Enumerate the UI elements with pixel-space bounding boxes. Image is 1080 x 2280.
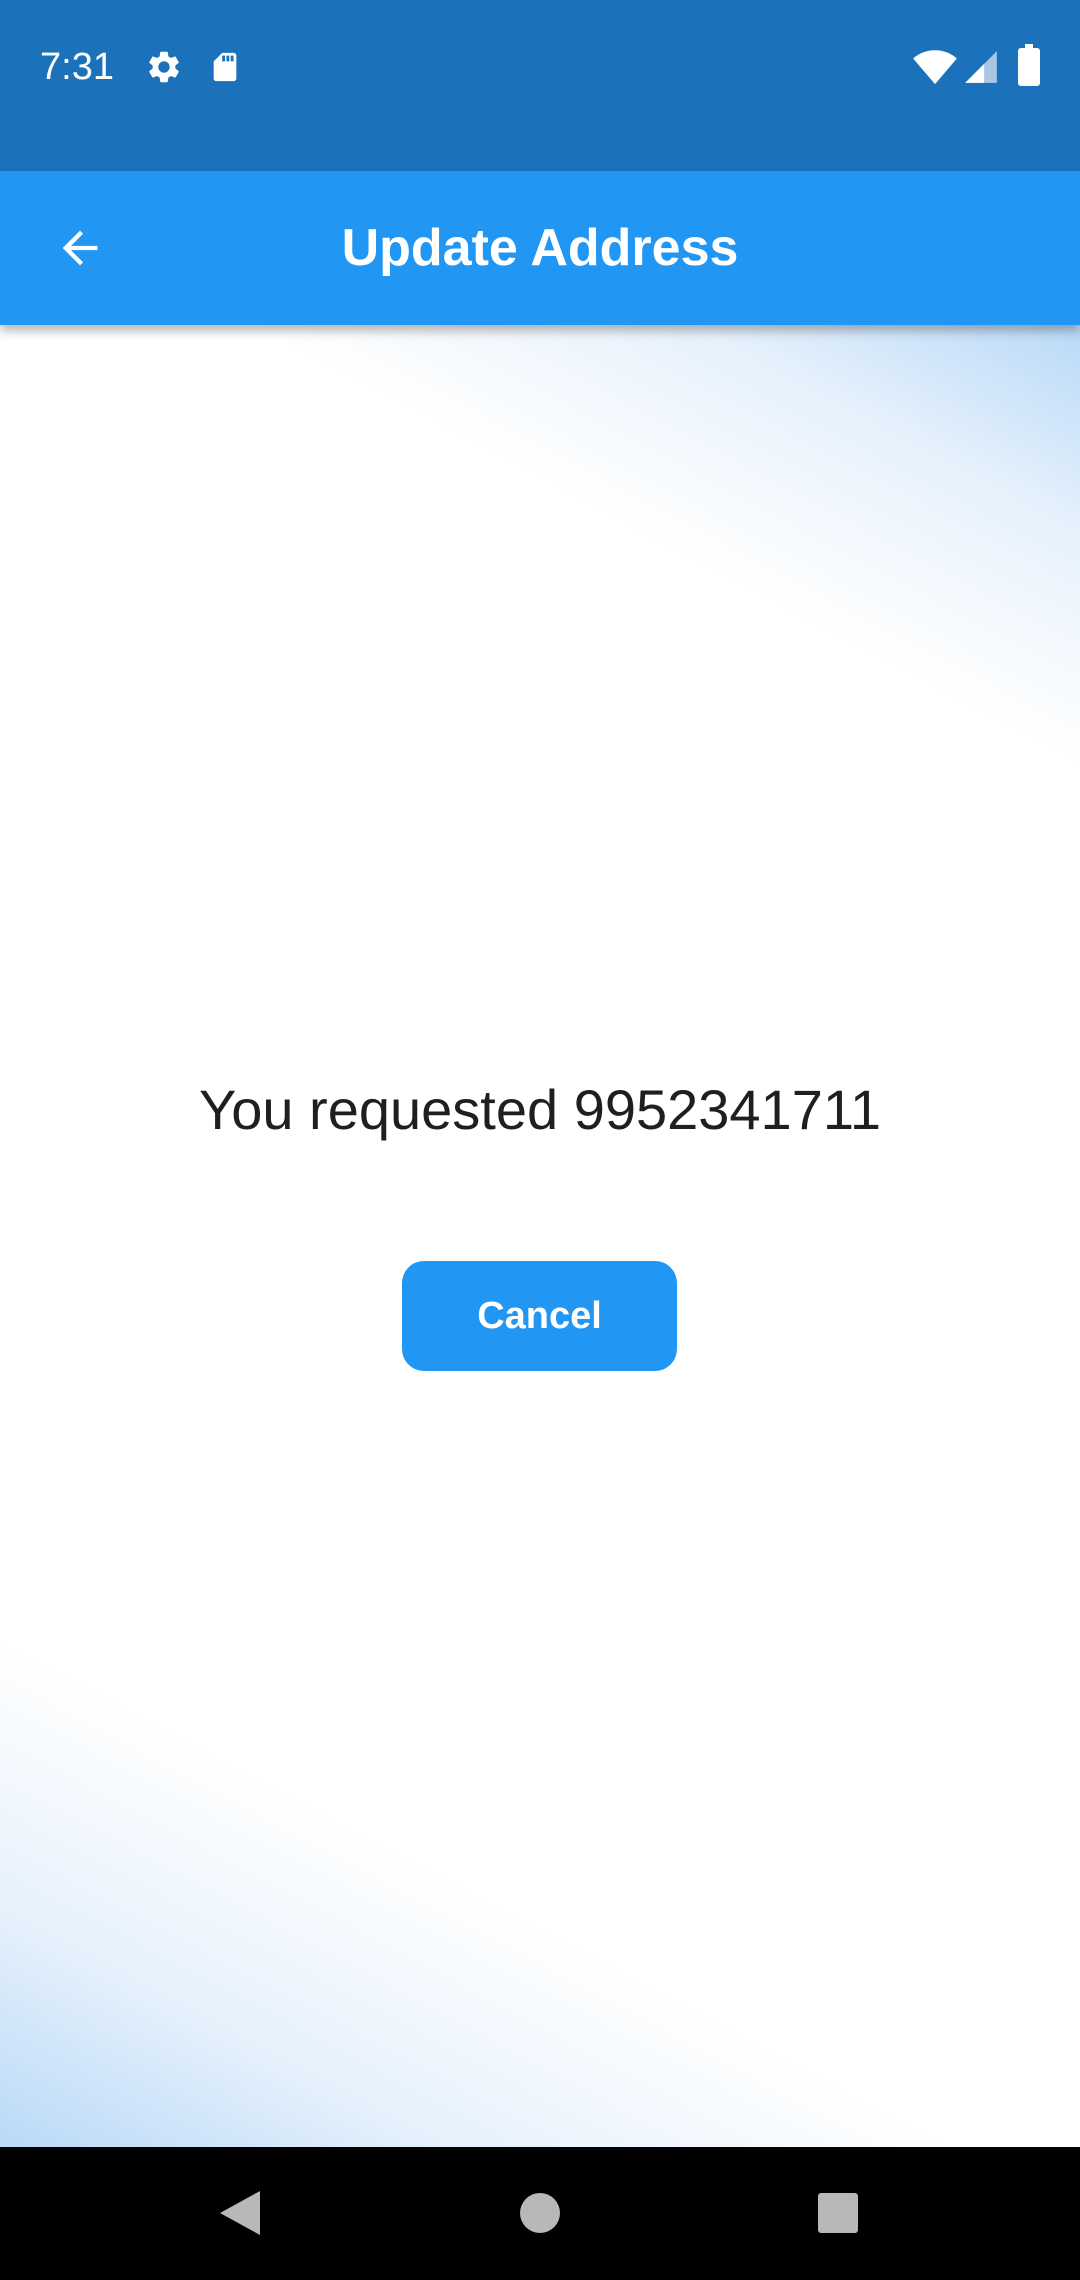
- back-triangle-icon: [220, 2191, 260, 2235]
- wifi-icon: [913, 50, 957, 85]
- cancel-button[interactable]: Cancel: [402, 1261, 677, 1371]
- page-title: Update Address: [341, 219, 739, 277]
- arrow-left-icon: [62, 230, 98, 266]
- main-content: You requested 9952341711 Cancel: [0, 325, 1080, 2147]
- sd-card-icon: [213, 52, 237, 82]
- system-nav-bar: [0, 2147, 1080, 2280]
- nav-recents-button[interactable]: [793, 2168, 883, 2258]
- app-bar: Update Address: [0, 171, 1080, 325]
- status-bar: 7:31: [0, 0, 1080, 171]
- nav-back-button[interactable]: [195, 2168, 285, 2258]
- status-time: 7:31: [40, 46, 114, 88]
- home-circle-icon: [520, 2193, 560, 2233]
- cellular-signal-icon: [965, 51, 997, 83]
- nav-home-button[interactable]: [495, 2168, 585, 2258]
- gear-icon: [149, 51, 179, 83]
- recents-square-icon: [818, 2193, 858, 2233]
- battery-icon: [1018, 44, 1040, 86]
- request-message: You requested 9952341711: [199, 1078, 881, 1141]
- back-button[interactable]: [30, 198, 130, 298]
